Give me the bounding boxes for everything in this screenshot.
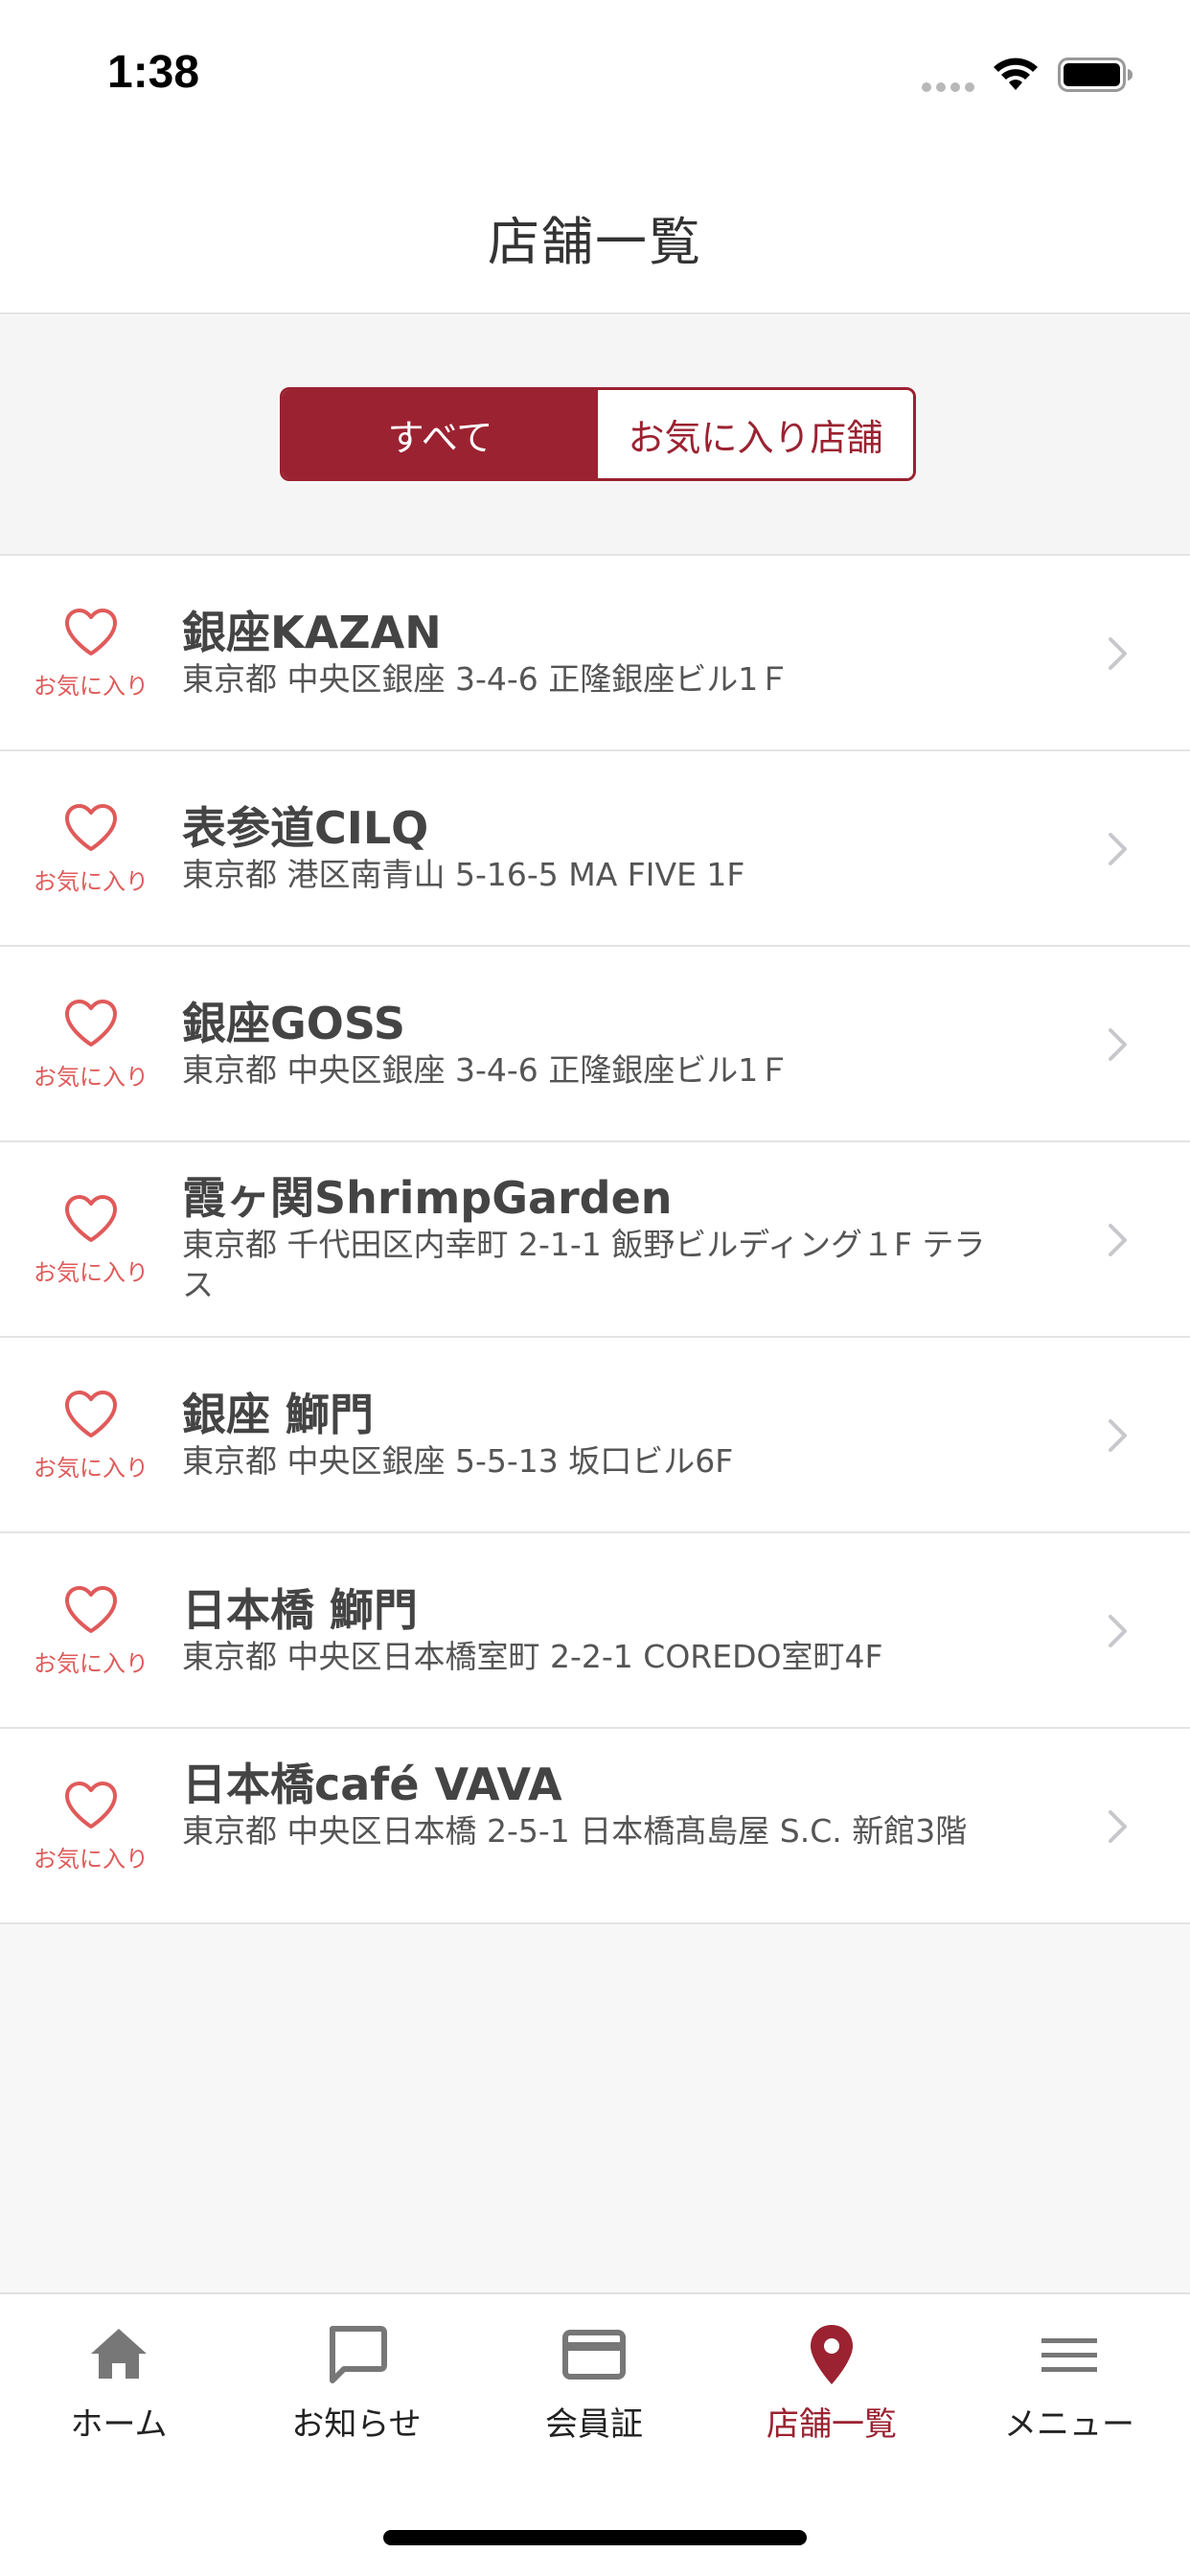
favorite-toggle[interactable]: お気に入り xyxy=(19,1781,163,1886)
filter-segmented-control: すべて お気に入り店舗 xyxy=(280,387,916,481)
heart-icon xyxy=(65,1391,117,1438)
store-row[interactable]: お気に入り 日本橋café VAVA 東京都 中央区日本橋 2-5-1 日本橋髙… xyxy=(0,1729,1190,1924)
cellular-signal-icon xyxy=(922,82,975,94)
store-row[interactable]: お気に入り 銀座KAZAN 東京都 中央区銀座 3-4-6 正隆銀座ビル1Ｆ xyxy=(0,556,1190,751)
segment-all-button[interactable]: すべて xyxy=(283,390,598,478)
store-address: 東京都 中央区日本橋室町 2-2-1 COREDO室町4F xyxy=(182,1638,883,1675)
store-address: 東京都 港区南青山 5-16-5 MA FIVE 1F xyxy=(182,856,745,893)
tab-label: メニュー xyxy=(1004,2405,1134,2444)
tab-label: 会員証 xyxy=(545,2405,643,2444)
favorite-label: お気に入り xyxy=(34,1846,149,1873)
heart-icon xyxy=(65,1782,117,1828)
store-info: 日本橋café VAVA 東京都 中央区日本橋 2-5-1 日本橋髙島屋 S.C… xyxy=(182,1758,996,1852)
filter-area: すべて お気に入り店舗 xyxy=(0,316,1190,556)
favorite-label: お気に入り xyxy=(34,1455,149,1482)
heart-icon xyxy=(65,1000,117,1046)
tab-menu[interactable]: メニュー xyxy=(950,2321,1188,2446)
favorite-toggle[interactable]: お気に入り xyxy=(19,1194,163,1300)
store-name: 日本橋 鰤門 xyxy=(182,1584,419,1636)
store-row[interactable]: お気に入り 日本橋 鰤門 東京都 中央区日本橋室町 2-2-1 COREDO室町… xyxy=(0,1533,1190,1729)
store-name: 霞ヶ関ShrimpGarden xyxy=(182,1172,673,1224)
store-name: 銀座GOSS xyxy=(182,998,406,1049)
store-address: 東京都 千代田区内幸町 2-1-1 飯野ビルディング１F テラス xyxy=(182,1226,986,1303)
heart-icon xyxy=(65,1586,117,1633)
store-info: 表参道CILQ 東京都 港区南青山 5-16-5 MA FIVE 1F xyxy=(182,801,996,895)
heart-icon xyxy=(65,1195,117,1242)
map-pin-icon xyxy=(811,2325,853,2384)
wifi-icon xyxy=(994,58,1038,90)
tab-label: ホーム xyxy=(70,2405,168,2444)
hamburger-menu-icon xyxy=(1041,2338,1097,2372)
heart-icon xyxy=(65,609,117,656)
store-list: お気に入り 銀座KAZAN 東京都 中央区銀座 3-4-6 正隆銀座ビル1Ｆ お… xyxy=(0,556,1190,1924)
heart-icon xyxy=(65,804,117,851)
status-time: 1:38 xyxy=(107,47,200,98)
tab-label: 店舗一覧 xyxy=(767,2405,897,2444)
store-name: 表参道CILQ xyxy=(182,802,429,854)
store-row[interactable]: お気に入り 表参道CILQ 東京都 港区南青山 5-16-5 MA FIVE 1… xyxy=(0,751,1190,947)
store-name: 銀座 鰤門 xyxy=(182,1389,375,1440)
chevron-right-icon xyxy=(1109,1419,1127,1452)
chat-bubble-icon xyxy=(330,2326,387,2383)
chevron-right-icon xyxy=(1109,637,1127,670)
store-row[interactable]: お気に入り 銀座 鰤門 東京都 中央区銀座 5-5-13 坂口ビル6F xyxy=(0,1338,1190,1533)
chevron-right-icon xyxy=(1109,1615,1127,1647)
favorite-toggle[interactable]: お気に入り xyxy=(19,999,163,1104)
chevron-right-icon xyxy=(1109,833,1127,865)
store-info: 銀座 鰤門 東京都 中央区銀座 5-5-13 坂口ビル6F xyxy=(182,1388,996,1482)
store-address: 東京都 中央区日本橋 2-5-1 日本橋髙島屋 S.C. 新館3階 xyxy=(182,1812,968,1850)
page-title: 店舗一覧 xyxy=(488,212,702,272)
store-info: 銀座KAZAN 東京都 中央区銀座 3-4-6 正隆銀座ビル1Ｆ xyxy=(182,606,996,700)
favorite-toggle[interactable]: お気に入り xyxy=(19,1390,163,1495)
app-screen: 1:38 店舗一覧 すべて お気に入り店舗 お気に入り 銀座KAZAN 東京都 … xyxy=(0,0,1190,2576)
segment-favorites-button[interactable]: お気に入り店舗 xyxy=(598,390,913,478)
store-address: 東京都 中央区銀座 5-5-13 坂口ビル6F xyxy=(182,1442,734,1480)
store-address: 東京都 中央区銀座 3-4-6 正隆銀座ビル1Ｆ xyxy=(182,1051,790,1089)
store-info: 霞ヶ関ShrimpGarden 東京都 千代田区内幸町 2-1-1 飯野ビルディ… xyxy=(182,1171,996,1305)
store-row[interactable]: お気に入り 霞ヶ関ShrimpGarden 東京都 千代田区内幸町 2-1-1 … xyxy=(0,1142,1190,1338)
favorite-toggle[interactable]: お気に入り xyxy=(19,803,163,908)
store-name: 日本橋café VAVA xyxy=(182,1759,562,1810)
tab-label: お知らせ xyxy=(291,2405,422,2444)
tab-store-list[interactable]: 店舗一覧 xyxy=(713,2321,950,2446)
navigation-header: 店舗一覧 xyxy=(0,144,1190,314)
favorite-label: お気に入り xyxy=(34,1064,149,1091)
credit-card-icon xyxy=(562,2330,626,2380)
battery-icon xyxy=(1058,58,1133,92)
favorite-toggle[interactable]: お気に入り xyxy=(19,1585,163,1690)
chevron-right-icon xyxy=(1109,1224,1127,1256)
favorite-label: お気に入り xyxy=(34,1650,149,1677)
store-info: 銀座GOSS 東京都 中央区銀座 3-4-6 正隆銀座ビル1Ｆ xyxy=(182,997,996,1091)
status-bar: 1:38 xyxy=(0,0,1190,144)
tab-home[interactable]: ホーム xyxy=(0,2321,238,2446)
favorite-label: お気に入り xyxy=(34,1259,149,1286)
home-icon xyxy=(91,2329,147,2379)
store-info: 日本橋 鰤門 東京都 中央区日本橋室町 2-2-1 COREDO室町4F xyxy=(182,1583,996,1677)
store-name: 銀座KAZAN xyxy=(182,607,442,658)
store-row[interactable]: お気に入り 銀座GOSS 東京都 中央区銀座 3-4-6 正隆銀座ビル1Ｆ xyxy=(0,947,1190,1142)
home-indicator[interactable] xyxy=(383,2530,807,2545)
favorite-label: お気に入り xyxy=(34,868,149,895)
chevron-right-icon xyxy=(1109,1810,1127,1843)
tab-member-card[interactable]: 会員証 xyxy=(475,2321,713,2446)
favorite-toggle[interactable]: お気に入り xyxy=(19,608,163,713)
store-address: 東京都 中央区銀座 3-4-6 正隆銀座ビル1Ｆ xyxy=(182,660,790,698)
tab-news[interactable]: お知らせ xyxy=(238,2321,475,2446)
chevron-right-icon xyxy=(1109,1028,1127,1061)
favorite-label: お気に入り xyxy=(34,673,149,700)
